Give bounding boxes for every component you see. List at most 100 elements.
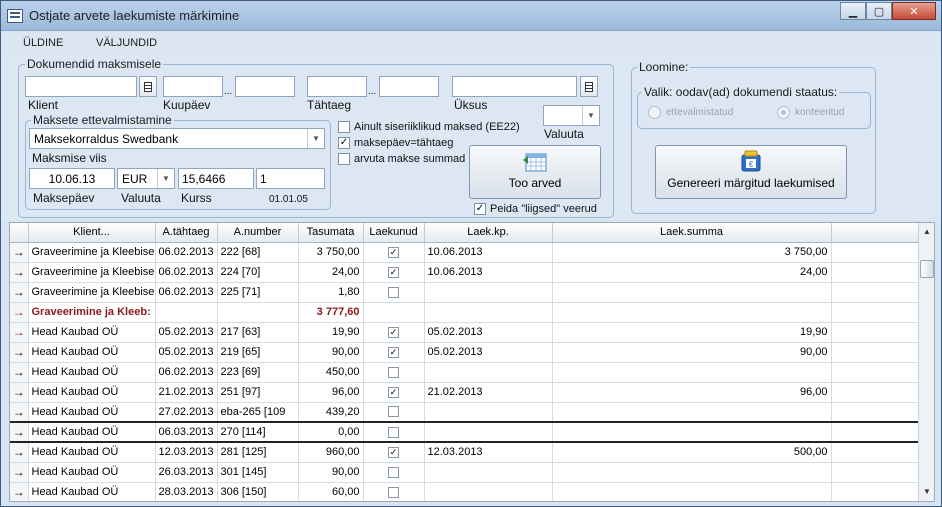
cell-received[interactable] — [363, 362, 425, 383]
cell-received[interactable]: ✓ — [363, 382, 425, 403]
payment-date-input[interactable]: 10.06.13 — [29, 168, 115, 189]
cell-recv-date[interactable]: 12.03.2013 — [424, 442, 553, 463]
cell-client[interactable]: Head Kaubad OÜ — [28, 402, 156, 423]
received-checkbox[interactable]: ✓ — [388, 346, 399, 358]
count-input[interactable]: 1 — [256, 168, 325, 189]
cell-recv-sum[interactable] — [552, 362, 832, 383]
cell-due[interactable]: 21.02.2013 — [155, 382, 218, 403]
cell-unpaid[interactable]: 90,00 — [298, 342, 364, 363]
table-summary-row[interactable]: → Graveerimine ja Kleeb: 3 777,60 — [10, 302, 920, 323]
cell-due[interactable]: 05.02.2013 — [155, 342, 218, 363]
cell-client[interactable]: Graveerimine ja Kleebise — [28, 242, 156, 263]
cell-received[interactable] — [363, 302, 425, 323]
cell-empty[interactable] — [831, 382, 920, 403]
table-row[interactable]: → Graveerimine ja Kleebise 06.02.2013 224 [… — [10, 262, 920, 283]
grid-scrollbar[interactable]: ▲ ▼ — [918, 223, 934, 501]
cell-recv-date[interactable]: 10.06.2013 — [424, 262, 553, 283]
cell-empty[interactable] — [831, 302, 920, 323]
received-checkbox[interactable]: ✓ — [388, 386, 399, 398]
generate-button[interactable]: € Genereeri märgitud laekumised — [655, 145, 847, 199]
cell-recv-date[interactable] — [424, 421, 553, 443]
cell-client[interactable]: Head Kaubad OÜ — [28, 362, 156, 383]
cell-unpaid[interactable]: 960,00 — [298, 442, 364, 463]
cell-number[interactable]: 222 [68] — [217, 242, 299, 263]
row-indicator[interactable]: → — [10, 262, 29, 283]
cell-number[interactable]: 281 [125] — [217, 442, 299, 463]
cell-due[interactable]: 06.02.2013 — [155, 282, 218, 303]
received-checkbox[interactable] — [388, 286, 399, 298]
cell-due[interactable]: 27.02.2013 — [155, 402, 218, 423]
cell-due[interactable]: 12.03.2013 — [155, 442, 218, 463]
cell-due[interactable]: 06.02.2013 — [155, 242, 218, 263]
cell-recv-date[interactable] — [424, 462, 553, 483]
cell-recv-date[interactable]: 10.06.2013 — [424, 242, 553, 263]
cell-number[interactable]: 251 [97] — [217, 382, 299, 403]
cell-unpaid[interactable]: 3 777,60 — [298, 302, 364, 323]
payment-method-select[interactable]: Maksekorraldus Swedbank ▼ — [29, 128, 325, 149]
cell-recv-sum[interactable]: 90,00 — [552, 342, 832, 363]
cell-client[interactable]: Graveerimine ja Kleebise — [28, 262, 156, 283]
cell-recv-date[interactable]: 05.02.2013 — [424, 342, 553, 363]
row-indicator[interactable]: → — [10, 302, 29, 323]
valuuta-filter-select[interactable]: ▼ — [543, 105, 600, 126]
table-row[interactable]: → Head Kaubad OÜ 05.02.2013 219 [65] 90,00 ✓ 0… — [10, 342, 920, 363]
received-checkbox[interactable]: ✓ — [388, 266, 399, 278]
cell-empty[interactable] — [831, 482, 920, 501]
scroll-down-icon[interactable]: ▼ — [920, 484, 934, 500]
cell-empty[interactable] — [831, 362, 920, 383]
received-checkbox[interactable] — [388, 406, 399, 418]
cell-received[interactable]: ✓ — [363, 322, 425, 343]
cell-recv-sum[interactable]: 3 750,00 — [552, 242, 832, 263]
cell-recv-date[interactable]: 05.02.2013 — [424, 322, 553, 343]
cell-received[interactable] — [363, 462, 425, 483]
invoice-grid[interactable]: Klient... A.tähtaeg A.number Tasumata La… — [9, 222, 935, 502]
kuupaev-to-input[interactable] — [235, 76, 295, 97]
cell-unpaid[interactable]: 0,00 — [298, 421, 364, 443]
row-indicator[interactable]: → — [10, 382, 29, 403]
only-domestic-checkbox[interactable] — [338, 121, 350, 133]
cell-due[interactable]: 05.02.2013 — [155, 322, 218, 343]
cell-due[interactable]: 06.02.2013 — [155, 262, 218, 283]
cell-unpaid[interactable]: 96,00 — [298, 382, 364, 403]
cell-unpaid[interactable]: 60,00 — [298, 482, 364, 501]
cell-number[interactable]: 225 [71] — [217, 282, 299, 303]
cell-due[interactable]: 06.03.2013 — [155, 421, 218, 443]
cell-recv-date[interactable] — [424, 482, 553, 501]
cell-recv-sum[interactable]: 500,00 — [552, 442, 832, 463]
table-row[interactable]: → Graveerimine ja Kleebise 06.02.2013 225 [… — [10, 282, 920, 303]
cell-client[interactable]: Graveerimine ja Kleeb: — [28, 302, 156, 323]
row-indicator[interactable]: → — [10, 442, 29, 463]
cell-number[interactable]: 306 [150] — [217, 482, 299, 501]
cell-number[interactable]: 224 [70] — [217, 262, 299, 283]
klient-input[interactable] — [25, 76, 137, 97]
table-row[interactable]: → Head Kaubad OÜ 28.03.2013 306 [150] 60,00 — [10, 482, 920, 501]
cell-unpaid[interactable]: 90,00 — [298, 462, 364, 483]
cell-empty[interactable] — [831, 402, 920, 423]
cell-recv-sum[interactable] — [552, 482, 832, 501]
calc-sum-checkbox[interactable] — [338, 153, 350, 165]
cell-recv-date[interactable] — [424, 302, 553, 323]
table-row[interactable]: → Head Kaubad OÜ 06.02.2013 223 [69] 450,00 — [10, 362, 920, 383]
cell-client[interactable]: Head Kaubad OÜ — [28, 442, 156, 463]
cell-number[interactable]: 270 [114] — [217, 421, 299, 443]
row-indicator[interactable]: → — [10, 402, 29, 423]
cell-due[interactable]: 28.03.2013 — [155, 482, 218, 501]
row-indicator[interactable]: → — [10, 342, 29, 363]
cell-empty[interactable] — [831, 342, 920, 363]
minimize-button[interactable]: ▁ — [840, 2, 866, 20]
cell-received[interactable]: ✓ — [363, 242, 425, 263]
cell-unpaid[interactable]: 19,90 — [298, 322, 364, 343]
cell-due[interactable]: 26.03.2013 — [155, 462, 218, 483]
cell-number[interactable]: 301 [145] — [217, 462, 299, 483]
received-checkbox[interactable] — [388, 426, 399, 438]
table-row[interactable]: → Head Kaubad OÜ 12.03.2013 281 [125] 960,00… — [10, 442, 920, 463]
received-checkbox[interactable] — [388, 366, 399, 378]
cell-number[interactable]: 219 [65] — [217, 342, 299, 363]
row-indicator[interactable]: → — [10, 242, 29, 263]
cell-recv-sum[interactable] — [552, 421, 832, 443]
kuupaev-from-input[interactable] — [163, 76, 223, 97]
received-checkbox[interactable]: ✓ — [388, 326, 399, 338]
cell-client[interactable]: Graveerimine ja Kleebise — [28, 282, 156, 303]
cell-recv-sum[interactable]: 96,00 — [552, 382, 832, 403]
close-button[interactable]: ✕ — [892, 2, 936, 20]
